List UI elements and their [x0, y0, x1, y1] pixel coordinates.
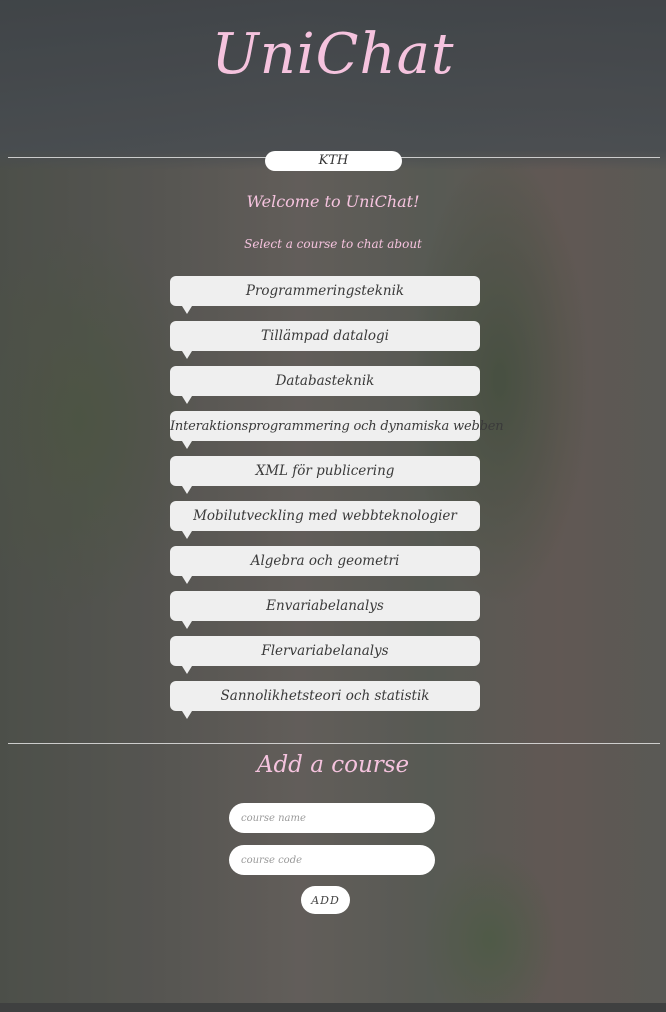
- course-item[interactable]: Tillämpad datalogi: [170, 321, 480, 359]
- course-label: Envariabelanalys: [266, 598, 384, 614]
- course-item[interactable]: Envariabelanalys: [170, 591, 480, 629]
- course-item[interactable]: XML för publicering: [170, 456, 480, 494]
- speech-tail: [182, 711, 192, 719]
- speech-tail: [182, 621, 192, 629]
- course-item[interactable]: Algebra och geometri: [170, 546, 480, 584]
- add-course-button[interactable]: ADD: [301, 886, 350, 914]
- course-label: Programmeringsteknik: [245, 283, 405, 299]
- course-list: Programmeringsteknik Tillämpad datalogi …: [170, 276, 504, 726]
- middle-divider: [8, 743, 660, 744]
- add-course-heading: Add a course: [256, 752, 410, 778]
- course-code-input[interactable]: [229, 845, 435, 875]
- bottom-strip: [0, 1003, 666, 1012]
- speech-tail: [182, 306, 192, 314]
- course-label: XML för publicering: [255, 463, 395, 479]
- course-item[interactable]: Interaktionsprogrammering och dynamiska …: [170, 411, 504, 449]
- speech-tail: [182, 441, 192, 449]
- course-item[interactable]: Programmeringsteknik: [170, 276, 480, 314]
- welcome-heading: Welcome to UniChat!: [246, 192, 420, 211]
- speech-tail: [182, 531, 192, 539]
- speech-tail: [182, 486, 192, 494]
- school-selector[interactable]: KTH: [265, 151, 402, 171]
- speech-tail: [182, 351, 192, 359]
- course-label: Interaktionsprogrammering och dynamiska …: [170, 419, 504, 434]
- course-item[interactable]: Mobilutveckling med webbteknologier: [170, 501, 480, 539]
- course-item[interactable]: Flervariabelanalys: [170, 636, 480, 674]
- course-label: Mobilutveckling med webbteknologier: [193, 508, 457, 524]
- course-label: Flervariabelanalys: [261, 643, 389, 659]
- course-label: Databasteknik: [275, 373, 375, 389]
- course-item[interactable]: Sannolikhetsteori och statistik: [170, 681, 480, 719]
- course-item[interactable]: Databasteknik: [170, 366, 480, 404]
- course-label: Sannolikhetsteori och statistik: [220, 688, 430, 704]
- course-select-prompt: Select a course to chat about: [244, 237, 422, 251]
- speech-tail: [182, 576, 192, 584]
- speech-tail: [182, 666, 192, 674]
- course-label: Tillämpad datalogi: [261, 328, 389, 344]
- course-name-input[interactable]: [229, 803, 435, 833]
- speech-tail: [182, 396, 192, 404]
- app-title: UniChat: [211, 22, 455, 87]
- page-content: UniChat KTH Welcome to UniChat! Select a…: [0, 0, 666, 1003]
- course-label: Algebra och geometri: [250, 553, 400, 569]
